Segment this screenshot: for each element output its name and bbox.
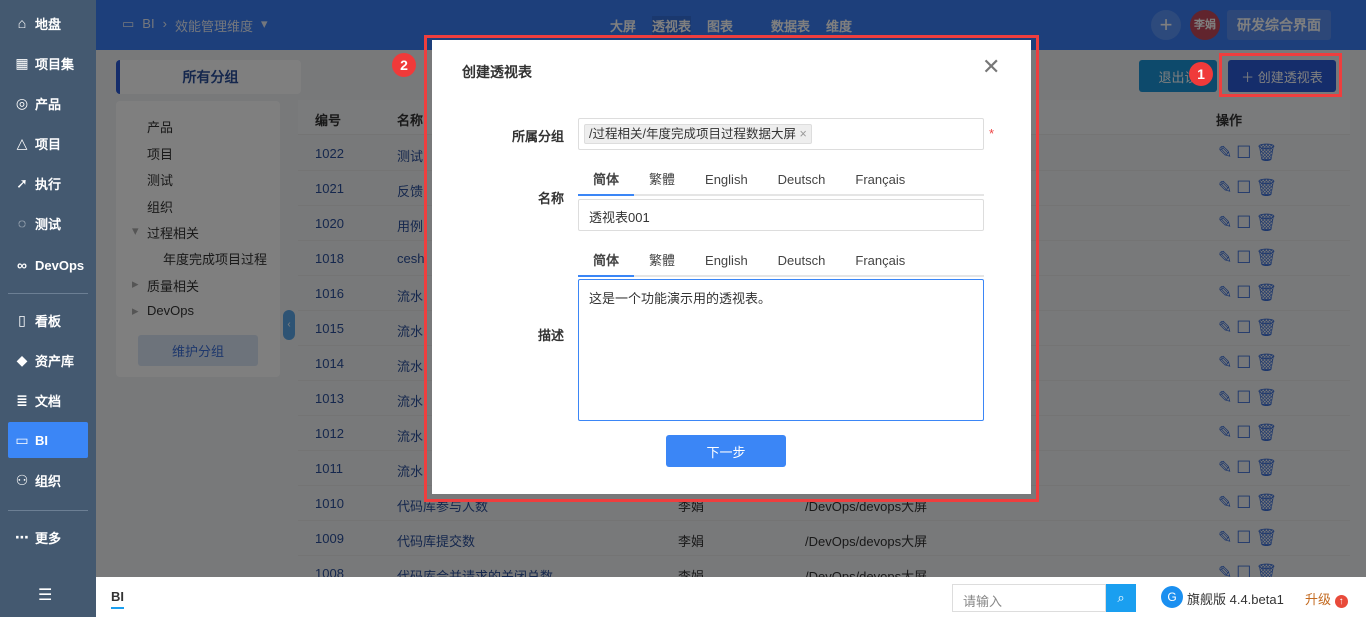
- lightbulb-icon: ◎: [15, 94, 29, 111]
- lang-tab[interactable]: 简体: [578, 247, 635, 277]
- required-marker: *: [989, 126, 995, 141]
- sidebar-item-label: 产品: [35, 96, 62, 112]
- sidebar-item-label: 项目集: [35, 56, 75, 72]
- desc-label: 描述: [537, 328, 564, 343]
- sidebar-item-label: 资产库: [35, 353, 75, 369]
- lang-tab[interactable]: English: [690, 166, 763, 194]
- group-tag: /过程相关/年度完成项目过程数据大屏 ×: [584, 124, 812, 144]
- collapse-menu-icon[interactable]: ☰: [38, 585, 52, 605]
- rocket-icon: △: [16, 134, 28, 151]
- sidebar-item-label: 看板: [35, 313, 62, 329]
- sidebar-item-6[interactable]: ∞ DevOps: [8, 247, 88, 283]
- annotation-badge-1: 1: [1189, 62, 1213, 86]
- annotation-box-1: [1219, 53, 1342, 97]
- annotation-badge-2: 2: [392, 53, 416, 77]
- users-icon: ⚇: [15, 471, 29, 488]
- name-label: 名称: [537, 191, 564, 206]
- upgrade-link[interactable]: 升级 ↑: [1305, 589, 1348, 608]
- sidebar-divider: [8, 293, 88, 294]
- lang-tab[interactable]: Français: [840, 247, 920, 275]
- sidebar-item-label: 测试: [35, 216, 62, 232]
- desc-textarea[interactable]: 这是一个功能演示用的透视表。: [578, 279, 984, 421]
- edition-label: 旗舰版 4.4.beta1: [1187, 592, 1284, 607]
- infinity-icon: ∞: [17, 257, 27, 273]
- sidebar-item-3[interactable]: △ 项目: [8, 125, 88, 161]
- name-lang-tabs: 简体 繁體 English Deutsch Français: [578, 166, 984, 196]
- bottom-tab-bi[interactable]: BI: [111, 589, 124, 609]
- sidebar-item-label: DevOps: [35, 257, 85, 273]
- more-icon: ⋯: [15, 528, 29, 545]
- group-select[interactable]: /过程相关/年度完成项目过程数据大屏 ×: [578, 118, 984, 150]
- lang-tab[interactable]: 繁體: [634, 247, 690, 275]
- lang-tab[interactable]: 繁體: [634, 166, 690, 194]
- monitor-icon: ▭: [15, 431, 29, 448]
- close-icon[interactable]: ✕: [982, 54, 1000, 80]
- sidebar-item-11[interactable]: ⚇ 组织: [8, 462, 88, 498]
- bottom-bar: BI 请输入 ⌕ G 旗舰版 4.4.beta1 升级 ↑: [96, 577, 1366, 617]
- sidebar-item-0[interactable]: ⌂ 地盘: [8, 5, 88, 41]
- diamond-icon: ◆: [16, 351, 28, 368]
- test-icon: ◌: [17, 215, 27, 231]
- sidebar-item-5[interactable]: ◌ 测试: [8, 205, 88, 241]
- run-icon: ➚: [16, 174, 28, 191]
- sidebar-item-4[interactable]: ➚ 执行: [8, 165, 88, 201]
- sidebar-item-9[interactable]: ≣ 文档: [8, 382, 88, 418]
- sidebar-item-7[interactable]: ▯ 看板: [8, 302, 88, 338]
- kanban-icon: ▯: [18, 311, 26, 328]
- sidebar-divider: [8, 510, 88, 511]
- remove-tag-icon[interactable]: ×: [799, 127, 806, 141]
- sidebar-item-label: BI: [35, 432, 48, 448]
- sidebar-item-1[interactable]: ▦ 项目集: [8, 45, 88, 81]
- search-input[interactable]: 请输入: [952, 584, 1106, 612]
- sidebar-item-label: 项目: [35, 136, 62, 152]
- lang-tab[interactable]: English: [690, 247, 763, 275]
- sidebar-item-10[interactable]: ▭ BI: [8, 422, 88, 458]
- sidebar-item-label: 文档: [35, 393, 62, 409]
- sidebar-item-8[interactable]: ◆ 资产库: [8, 342, 88, 378]
- group-label: 所属分组: [511, 129, 564, 144]
- create-pivot-modal: 创建透视表 ✕ 所属分组 /过程相关/年度完成项目过程数据大屏 × * 名称 简…: [432, 40, 1031, 494]
- upgrade-arrow-icon: ↑: [1334, 595, 1348, 608]
- sidebar-item-label: 执行: [35, 176, 62, 192]
- name-input[interactable]: 透视表001: [578, 199, 984, 231]
- next-button[interactable]: 下一步: [666, 435, 786, 467]
- modal-title: 创建透视表: [462, 64, 532, 80]
- sidebar-item-12[interactable]: ⋯ 更多: [8, 519, 88, 555]
- sidebar-item-label: 组织: [35, 473, 62, 489]
- grid-icon: ▦: [15, 54, 29, 71]
- sidebar-item-label: 更多: [35, 530, 62, 546]
- sidebar-item-label: 地盘: [35, 16, 62, 32]
- logo-icon: G: [1161, 586, 1183, 608]
- document-icon: ≣: [16, 391, 28, 408]
- search-button[interactable]: ⌕: [1106, 584, 1136, 612]
- lang-tab[interactable]: Français: [840, 166, 920, 194]
- home-icon: ⌂: [17, 15, 27, 31]
- sidebar-item-2[interactable]: ◎ 产品: [8, 85, 88, 121]
- lang-tab[interactable]: 简体: [578, 166, 635, 196]
- lang-tab[interactable]: Deutsch: [763, 166, 841, 194]
- desc-lang-tabs: 简体 繁體 English Deutsch Français: [578, 247, 984, 277]
- lang-tab[interactable]: Deutsch: [763, 247, 841, 275]
- sidebar: ⌂ 地盘 ▦ 项目集 ◎ 产品 △ 项目 ➚ 执行 ◌ 测试 ∞ DevOps ▯ 看板 ◆ 资产库 ≣ 文档 ▭ BI ⚇…: [0, 0, 96, 617]
